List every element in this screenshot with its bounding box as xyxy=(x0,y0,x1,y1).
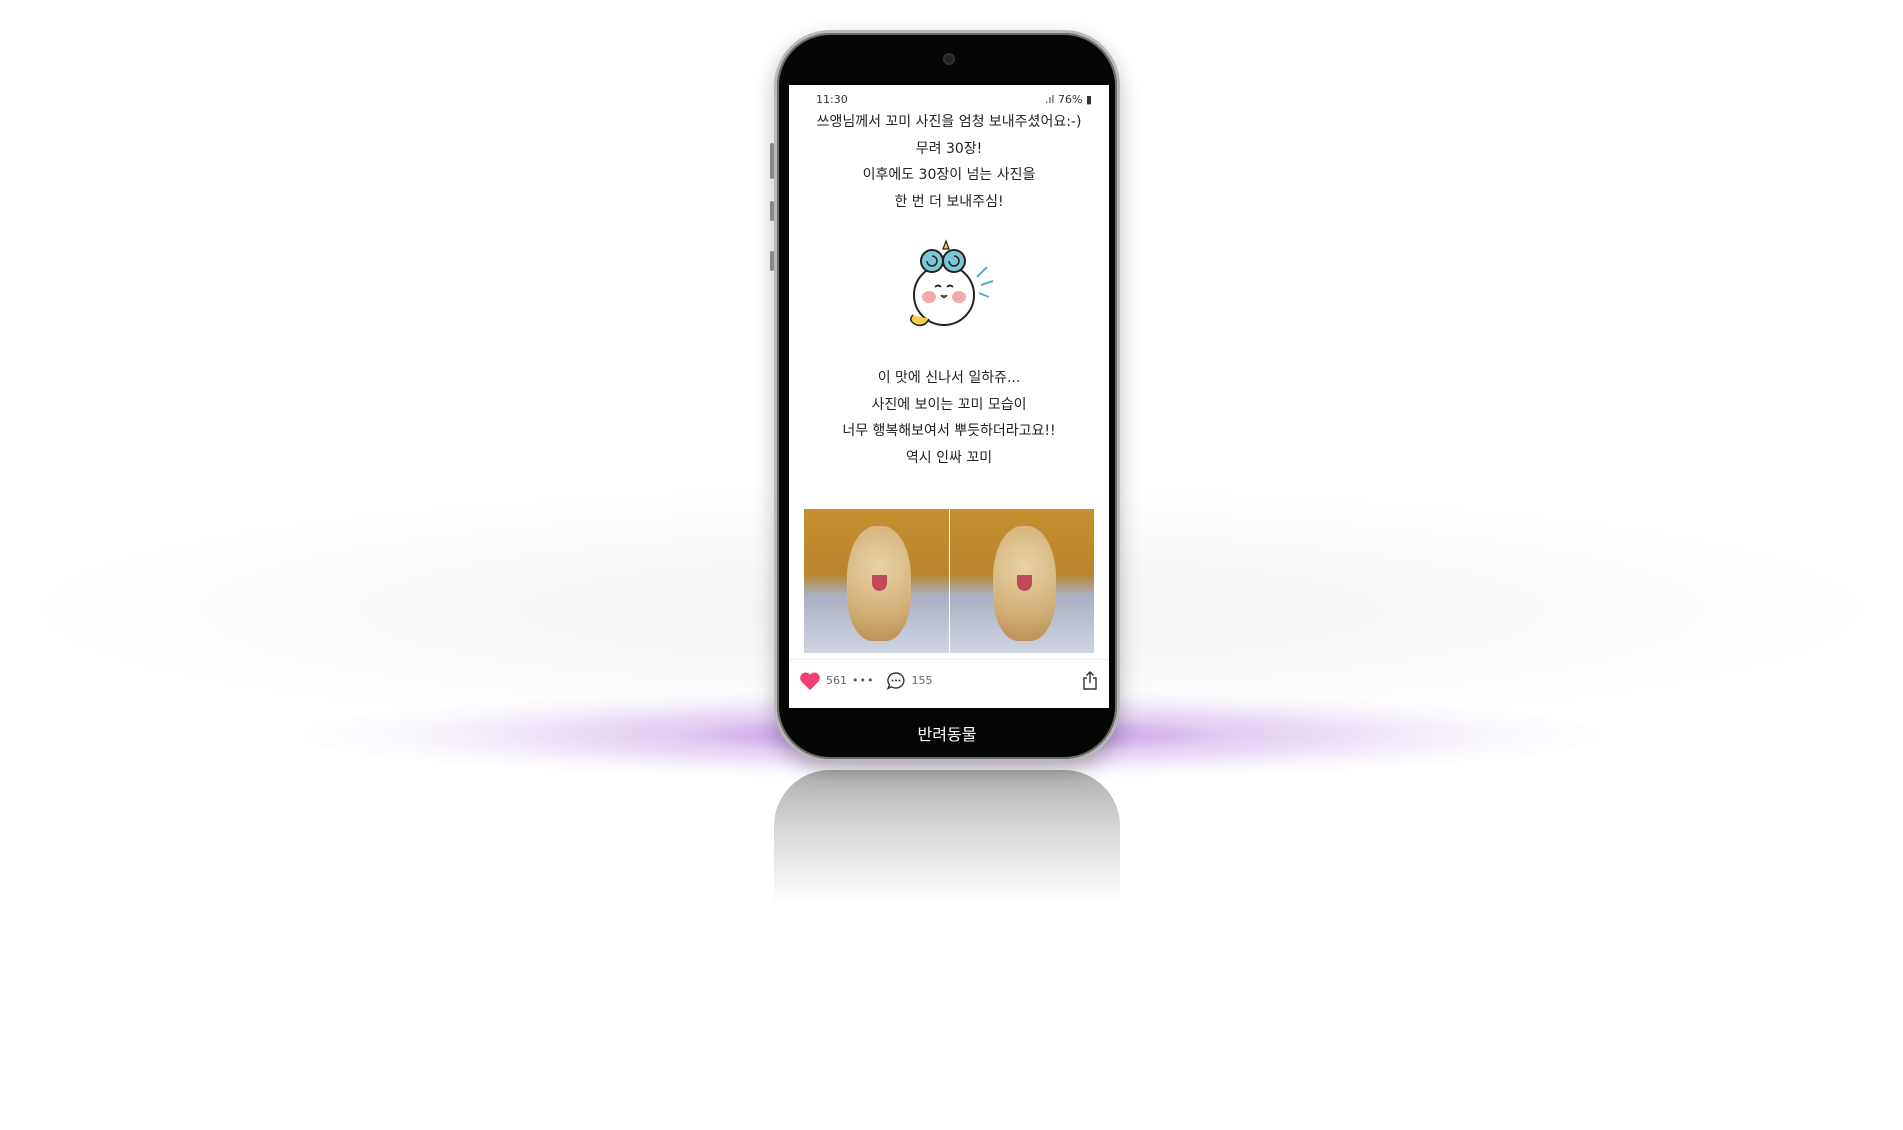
like-count: 561 xyxy=(826,674,847,687)
mascot-sticker xyxy=(910,239,994,327)
text-line: 역시 인싸 꼬미 xyxy=(905,449,993,466)
text-line: 이 맛에 신나서 일하쥬... xyxy=(877,370,1021,386)
photo-grid xyxy=(804,509,1094,653)
camera-icon xyxy=(943,53,955,65)
post-intro: 쓰앵님께서 꼬미 사진을 엄청 보내주셨어요:-) 무려 30장! 이후에도 3… xyxy=(789,109,1109,215)
more-icon[interactable]: ••• xyxy=(852,674,874,687)
side-button xyxy=(770,143,774,179)
category-label: 반려동물 xyxy=(917,725,977,744)
status-bar: 11:30 .ıl 76% ▮ xyxy=(789,85,1109,107)
side-button xyxy=(770,251,774,271)
text-line: 너무 행복해보여서 뿌듯하더라고요!! xyxy=(842,423,1056,439)
text-line: 사진에 보이는 꼬미 모습이 xyxy=(871,396,1027,413)
status-right: .ıl 76% ▮ xyxy=(1045,93,1092,107)
action-bar: 561 ••• 155 xyxy=(789,659,1109,701)
phone-reflection xyxy=(774,770,1120,920)
text-line: 쓰앵님께서 꼬미 사진을 엄청 보내주셨어요:-) xyxy=(816,114,1082,130)
text-line: 무려 30장! xyxy=(915,140,983,157)
heart-icon[interactable] xyxy=(799,671,821,691)
signal-icon: .ıl xyxy=(1044,93,1058,106)
dog-photo[interactable] xyxy=(804,509,949,653)
status-time: 11:30 xyxy=(816,93,848,106)
battery-level: 76% xyxy=(1057,93,1083,106)
text-line: 이후에도 30장이 넘는 사진을 xyxy=(862,167,1036,183)
side-button xyxy=(770,201,774,221)
dog-photo[interactable] xyxy=(949,509,1094,653)
battery-icon: ▮ xyxy=(1085,93,1092,106)
comment-count: 155 xyxy=(911,674,933,687)
post-body: 이 맛에 신나서 일하쥬... 사진에 보이는 꼬미 모습이 너무 행복해보여서… xyxy=(789,365,1109,471)
phone-mockup: 11:30 .ıl 76% ▮ 쓰앵님께서 꼬미 사진을 엄청 보내주셨어요:-… xyxy=(770,30,1120,762)
share-icon[interactable] xyxy=(1081,670,1099,691)
phone-screen: 11:30 .ıl 76% ▮ 쓰앵님께서 꼬미 사진을 엄청 보내주셨어요:-… xyxy=(789,85,1109,708)
text-line: 한 번 더 보내주심! xyxy=(894,193,1004,210)
comment-icon[interactable] xyxy=(886,671,906,691)
